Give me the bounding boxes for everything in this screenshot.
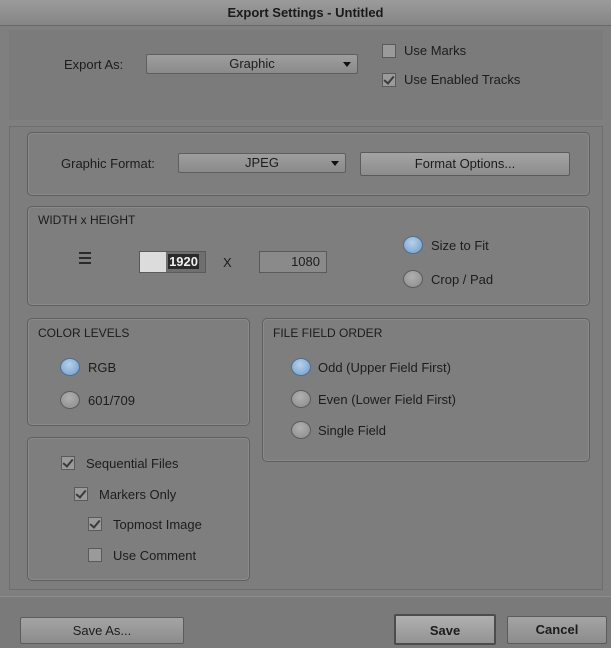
use-marks-label: Use Marks <box>404 43 467 58</box>
field-order-even-label: Even (Lower Field First) <box>318 392 456 407</box>
color-levels-601-label: 601/709 <box>88 393 135 408</box>
use-marks-checkbox[interactable] <box>382 44 396 58</box>
topmost-image-checkbox[interactable] <box>88 517 102 531</box>
width-height-title: WIDTH x HEIGHT <box>38 213 136 227</box>
graphic-format-label: Graphic Format: <box>61 156 155 171</box>
field-order-single-label: Single Field <box>318 423 386 438</box>
use-comment-label: Use Comment <box>113 548 197 563</box>
field-order-even-radio[interactable] <box>291 390 311 408</box>
save-as-button[interactable]: Save As... <box>20 617 184 644</box>
graphic-format-value: JPEG <box>245 155 279 170</box>
save-button[interactable]: Save <box>394 614 496 645</box>
sequential-files-checkbox[interactable] <box>61 456 75 470</box>
chevron-down-icon <box>343 62 351 67</box>
aspect-lock-icon[interactable] <box>79 252 91 264</box>
field-order-odd-radio[interactable] <box>291 358 311 376</box>
chevron-down-icon <box>331 161 339 166</box>
field-order-odd-label: Odd (Upper Field First) <box>318 360 451 375</box>
color-levels-rgb-radio[interactable] <box>60 358 80 376</box>
crop-pad-label: Crop / Pad <box>431 272 494 287</box>
size-to-fit-radio[interactable] <box>403 236 423 254</box>
crop-pad-radio[interactable] <box>403 270 423 288</box>
export-as-label: Export As: <box>64 57 124 72</box>
size-to-fit-label: Size to Fit <box>431 238 489 253</box>
width-value: 1920 <box>168 254 199 269</box>
height-input[interactable]: 1080 <box>259 251 327 273</box>
color-levels-601-radio[interactable] <box>60 391 80 409</box>
dimension-separator: X <box>223 255 232 270</box>
markers-only-label: Markers Only <box>99 487 177 502</box>
field-order-title: FILE FIELD ORDER <box>273 326 383 340</box>
cancel-button[interactable]: Cancel <box>507 616 607 644</box>
export-as-dropdown[interactable]: Graphic <box>146 54 358 74</box>
markers-only-checkbox[interactable] <box>74 487 88 501</box>
use-enabled-tracks-checkbox[interactable] <box>382 73 396 87</box>
sequential-files-label: Sequential Files <box>86 456 179 471</box>
export-as-value: Graphic <box>229 56 275 71</box>
field-order-single-radio[interactable] <box>291 421 311 439</box>
window-title: Export Settings - Untitled <box>0 0 611 26</box>
topmost-image-label: Topmost Image <box>113 517 202 532</box>
width-input[interactable]: 1920 <box>139 251 206 273</box>
format-options-button[interactable]: Format Options... <box>360 152 570 176</box>
use-comment-checkbox[interactable] <box>88 548 102 562</box>
use-enabled-tracks-label: Use Enabled Tracks <box>404 72 521 87</box>
color-levels-title: COLOR LEVELS <box>38 326 130 340</box>
graphic-format-dropdown[interactable]: JPEG <box>178 153 346 173</box>
color-levels-rgb-label: RGB <box>88 360 117 375</box>
